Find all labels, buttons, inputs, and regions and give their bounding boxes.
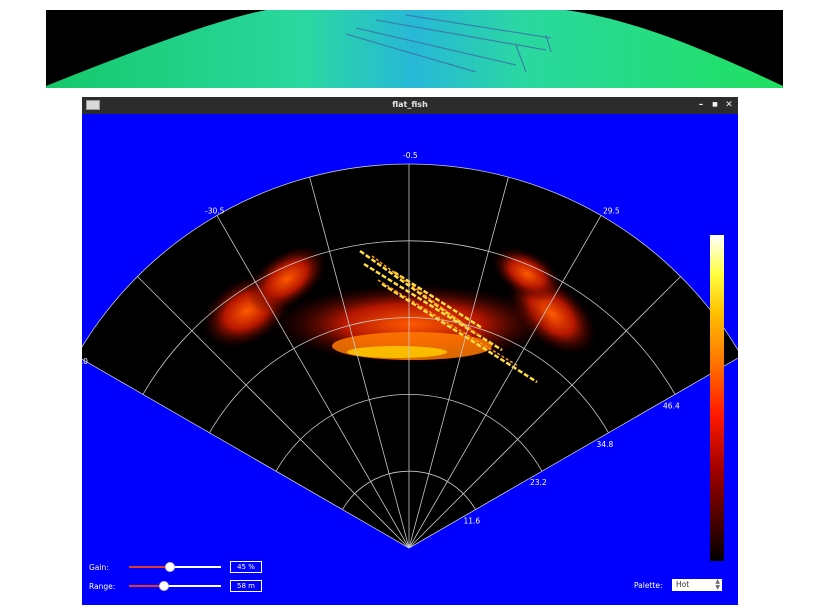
range-slider-thumb[interactable] [158, 581, 169, 591]
3d-scene-view[interactable] [46, 10, 783, 88]
color-scale-bar [710, 235, 724, 561]
range-slider[interactable] [129, 580, 221, 592]
spin-arrows-icon[interactable]: ▲ ▼ [715, 579, 720, 591]
palette-selected-value: Hot [676, 580, 690, 589]
gain-slider-fill [129, 566, 171, 568]
close-button[interactable]: ✕ [722, 98, 736, 112]
palette-select[interactable]: Hot ▲ ▼ [672, 579, 722, 591]
range-label: 46.4 [663, 401, 680, 410]
range-label: 23.2 [530, 478, 547, 487]
range-label: Range: [89, 582, 116, 591]
gain-value-field[interactable]: 45 % [230, 561, 262, 573]
range-label: 11.6 [464, 517, 481, 526]
gain-label: Gain: [89, 563, 109, 572]
bearing-label: -30.5 [205, 206, 225, 215]
bearing-label: -0.5 [403, 151, 418, 160]
palette-label: Palette: [634, 581, 663, 590]
bearing-label: -60.0 [82, 357, 88, 366]
range-value-field[interactable]: 58 m [230, 580, 262, 592]
range-label: 34.8 [597, 440, 614, 449]
bearing-label: 29.5 [603, 206, 620, 215]
gain-slider[interactable] [129, 561, 221, 573]
sonar-window: flat_fish – ■ ✕ 11.6 23.2 34.8 46.4 0 -3… [82, 97, 738, 605]
sonar-fan-display: 11.623.234.846.458-60.0-30.5-0.529.559.5 [82, 151, 738, 549]
minimize-button[interactable]: – [694, 98, 708, 112]
title-bar[interactable]: flat_fish – ■ ✕ [82, 97, 738, 114]
maximize-button[interactable]: ■ [708, 98, 722, 112]
gain-slider-thumb[interactable] [165, 562, 176, 572]
window-title: flat_fish [392, 100, 428, 109]
